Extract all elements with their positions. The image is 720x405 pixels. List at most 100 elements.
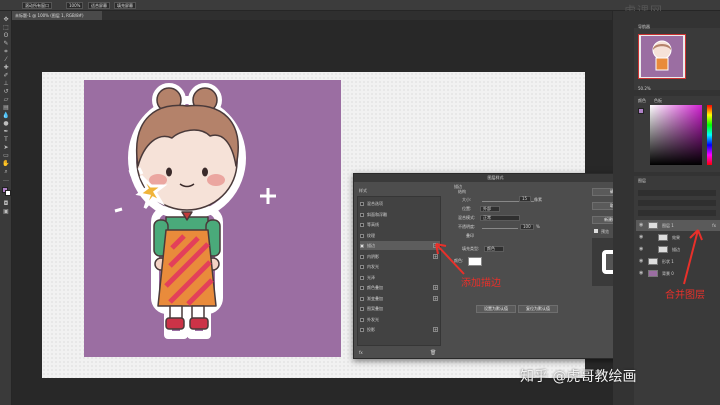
move-tool-icon[interactable]: ✥ (2, 17, 10, 23)
fx-menu-icon[interactable]: fx (359, 350, 363, 356)
position-label: 位置: (462, 206, 472, 211)
crop-tool-icon[interactable]: ⌗ (2, 49, 10, 55)
layers-title[interactable]: 图层 (638, 178, 646, 184)
zoom-tool-icon[interactable]: ⌕ (2, 169, 10, 175)
style-item[interactable]: 颜色叠加 + (360, 283, 440, 292)
preview-checkbox[interactable]: 预览 (594, 229, 609, 235)
layer-thumbnail (648, 258, 658, 265)
type-tool-icon[interactable]: T (2, 137, 10, 143)
style-item[interactable]: 混合选项 (360, 199, 440, 208)
style-item[interactable]: 斜面和浮雕 (360, 210, 440, 219)
style-checkbox[interactable] (360, 202, 364, 206)
shape-tool-icon[interactable]: ▭ (2, 153, 10, 159)
opacity-unit: % (536, 224, 540, 229)
zoom-100-button[interactable]: 100% (66, 2, 84, 9)
opacity-input[interactable]: 100 (520, 224, 534, 230)
color-field[interactable] (650, 105, 702, 165)
add-style-icon[interactable]: + (433, 327, 438, 332)
swatches-tab[interactable]: 色板 (654, 98, 662, 104)
style-item[interactable]: 等高线 (360, 220, 440, 229)
history-brush-tool-icon[interactable]: ↺ (2, 89, 10, 95)
lasso-tool-icon[interactable]: ʘ (2, 33, 10, 39)
navigator-title[interactable]: 导航器 (638, 24, 650, 30)
pen-tool-icon[interactable]: ✒ (2, 129, 10, 135)
layer-thumbnail (658, 234, 668, 241)
position-select[interactable]: 外部 (480, 206, 500, 212)
style-item-label: 内阴影 (367, 253, 379, 259)
style-checkbox[interactable] (360, 286, 364, 290)
style-item[interactable]: 外发光 (360, 315, 440, 324)
layer-lock-bar[interactable] (638, 210, 716, 216)
hand-tool-icon[interactable]: ✋ (2, 161, 10, 167)
style-checkbox[interactable] (360, 233, 364, 238)
marquee-tool-icon[interactable]: ⬚ (2, 25, 10, 31)
reset-default-button[interactable]: 复位为默认值 (518, 305, 558, 313)
navigator-zoom[interactable]: 50.2% (638, 86, 651, 92)
style-item-label: 渐变叠加 (367, 295, 383, 301)
document-tab[interactable]: 未标题-1 @ 100% (图层 1, RGB/8#) (12, 11, 102, 20)
layer-blend-bar[interactable] (638, 200, 716, 206)
dodge-tool-icon[interactable]: ● (2, 121, 10, 127)
opacity-label: 不透明度: (458, 224, 476, 229)
style-item[interactable]: 光泽 (360, 273, 440, 282)
style-item[interactable]: 图案叠加 (360, 304, 440, 313)
make-default-button[interactable]: 设置为默认值 (476, 305, 516, 313)
blend-mode-select[interactable]: 正常 (480, 215, 520, 221)
style-item[interactable]: 投影 + (360, 325, 440, 334)
quick-select-tool-icon[interactable]: ✎ (2, 41, 10, 47)
layer-filter-bar[interactable] (638, 190, 716, 196)
style-checkbox[interactable] (360, 212, 364, 217)
background-color-swatch[interactable] (5, 190, 11, 196)
fill-screen-button[interactable]: 填充屏幕 (114, 2, 136, 9)
color-panel-fg-swatch[interactable] (638, 108, 644, 114)
styles-header[interactable]: 样式 (359, 188, 367, 194)
fit-screen-button[interactable]: 适合屏幕 (88, 2, 110, 9)
scroll-all-windows-checkbox[interactable]: 滚动所有窗口 (22, 2, 52, 9)
style-item-label: 外发光 (367, 316, 379, 322)
visibility-eye-icon[interactable]: ◉ (639, 244, 643, 255)
path-select-tool-icon[interactable]: ➤ (2, 145, 10, 151)
dialog-title[interactable]: 图层样式 (354, 174, 637, 182)
size-input[interactable]: 15 (519, 196, 531, 202)
style-item-label: 等高线 (367, 222, 379, 227)
style-item[interactable]: 渐变叠加 + (360, 294, 440, 303)
hue-slider[interactable] (707, 105, 712, 165)
color-title[interactable]: 颜色 (638, 98, 646, 104)
healing-tool-icon[interactable]: ✚ (2, 65, 10, 71)
add-style-icon[interactable]: + (433, 295, 438, 301)
style-checkbox[interactable] (360, 265, 364, 269)
style-checkbox[interactable] (360, 223, 364, 227)
trash-icon[interactable]: 🗑 (430, 350, 436, 356)
style-checkbox[interactable] (360, 296, 364, 301)
style-checkbox[interactable] (360, 244, 364, 248)
fill-type-select[interactable]: 颜色 (484, 246, 504, 252)
visibility-eye-icon[interactable]: ◉ (639, 256, 643, 267)
brush-tool-icon[interactable]: ✐ (2, 73, 10, 79)
style-item[interactable]: 内发光 (360, 262, 440, 271)
style-checkbox[interactable] (360, 275, 364, 280)
visibility-eye-icon[interactable]: ◉ (639, 268, 643, 279)
layer-fx-icon[interactable]: fx (712, 220, 716, 231)
stroke-color-swatch[interactable] (468, 257, 482, 266)
visibility-eye-icon[interactable]: ◉ (639, 220, 643, 231)
blur-tool-icon[interactable]: 💧 (2, 113, 10, 119)
visibility-eye-icon[interactable]: ◉ (639, 232, 643, 243)
opacity-slider[interactable] (482, 228, 518, 229)
style-checkbox[interactable] (360, 328, 364, 332)
layer-thumbnail (648, 222, 658, 229)
add-style-icon[interactable]: + (433, 285, 438, 290)
style-item[interactable]: 描边 + (360, 241, 440, 250)
stamp-tool-icon[interactable]: ⊥ (2, 81, 10, 87)
style-item[interactable]: 纹理 (360, 231, 440, 240)
layer-thumbnail (648, 270, 658, 277)
screen-mode-icon[interactable]: ▣ (2, 209, 10, 215)
gradient-tool-icon[interactable]: ▤ (2, 105, 10, 111)
quick-mask-icon[interactable]: ◘ (2, 201, 10, 207)
style-checkbox[interactable] (360, 254, 364, 259)
style-checkbox[interactable] (360, 317, 364, 322)
style-item[interactable]: 内阴影 + (360, 252, 440, 261)
more-tools-icon[interactable]: … (2, 177, 10, 183)
style-checkbox[interactable] (360, 307, 364, 311)
eraser-tool-icon[interactable]: ▱ (2, 97, 10, 103)
eyedropper-tool-icon[interactable]: ⁄ (2, 57, 10, 63)
